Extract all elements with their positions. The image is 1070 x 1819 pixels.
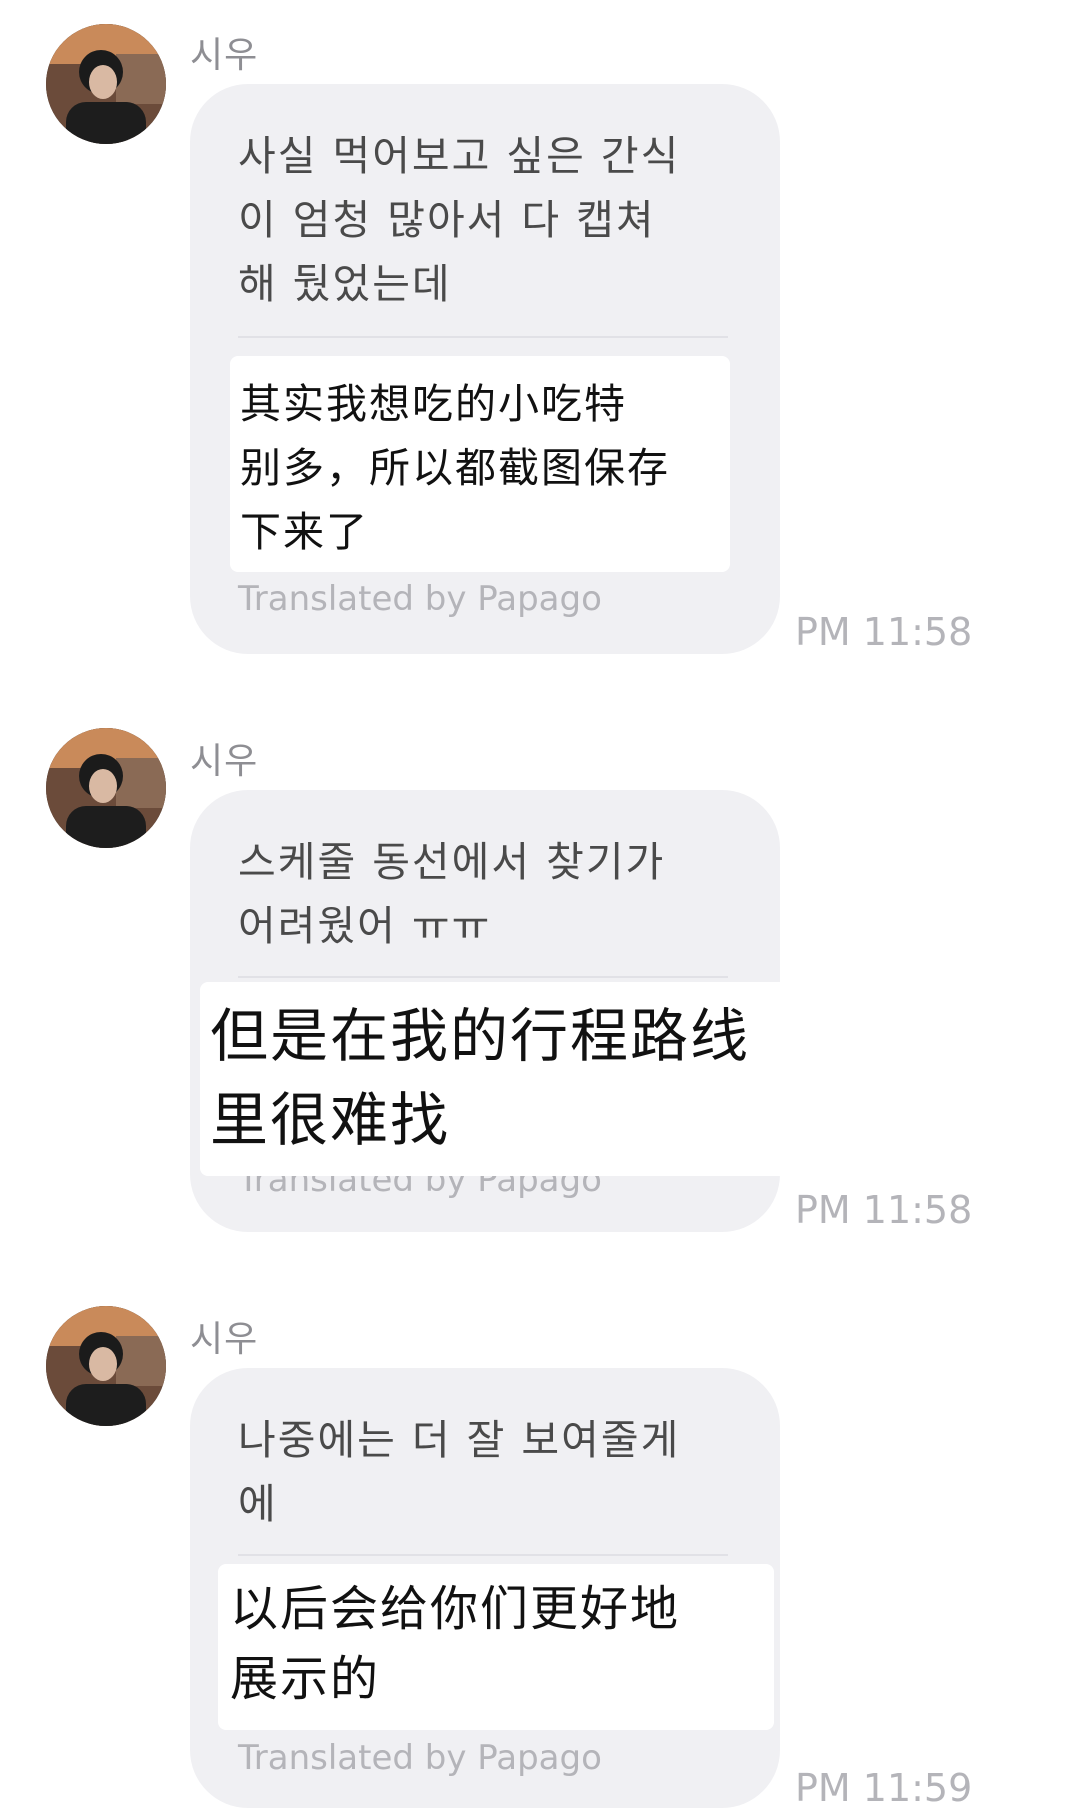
timestamp: PM 11:59 <box>795 1766 973 1810</box>
message-bubble[interactable]: 사실 먹어보고 싶은 간식 이 엄청 많아서 다 캡쳐 해 뒀었는데 其实我想吃… <box>190 84 780 654</box>
original-text: 나중에는 더 잘 보여줄게 에 <box>238 1416 681 1528</box>
message-1: 시우 사실 먹어보고 싶은 간식 이 엄청 많아서 다 캡쳐 해 뒀었는데 其实… <box>0 0 1070 680</box>
avatar-image <box>46 728 166 848</box>
translated-by-label: Translated by Papago <box>238 1738 602 1778</box>
avatar[interactable] <box>46 24 166 144</box>
sender-name: 시우 <box>190 1319 259 1360</box>
divider <box>238 1554 728 1556</box>
divider <box>238 976 728 978</box>
message-bubble[interactable]: 스케줄 동선에서 찾기가 어려웠어 ㅠㅠ Translated by Papag… <box>190 790 790 1232</box>
translation-box: 其实我想吃的小吃特 别多，所以都截图保存 下来了 <box>230 356 730 572</box>
timestamp: PM 11:58 <box>795 610 973 654</box>
translation-box: 但是在我的行程路线 里很难找 <box>200 982 790 1176</box>
original-text: 스케줄 동선에서 찾기가 어려웠어 ㅠㅠ <box>238 838 666 950</box>
timestamp: PM 11:58 <box>795 1188 973 1232</box>
message-bubble[interactable]: 나중에는 더 잘 보여줄게 에 以后会给你们更好地 展示的 Translated… <box>190 1368 780 1808</box>
sender-name: 시우 <box>190 35 259 76</box>
translated-by-label: Translated by Papago <box>238 579 602 619</box>
translation-box: 以后会给你们更好地 展示的 <box>218 1564 774 1730</box>
divider <box>238 336 728 338</box>
avatar[interactable] <box>46 1306 166 1426</box>
sender-name: 시우 <box>190 741 259 782</box>
avatar-image <box>46 1306 166 1426</box>
avatar-image <box>46 24 166 144</box>
avatar[interactable] <box>46 728 166 848</box>
original-text: 사실 먹어보고 싶은 간식 이 엄청 많아서 다 캡쳐 해 뒀었는데 <box>238 132 681 308</box>
